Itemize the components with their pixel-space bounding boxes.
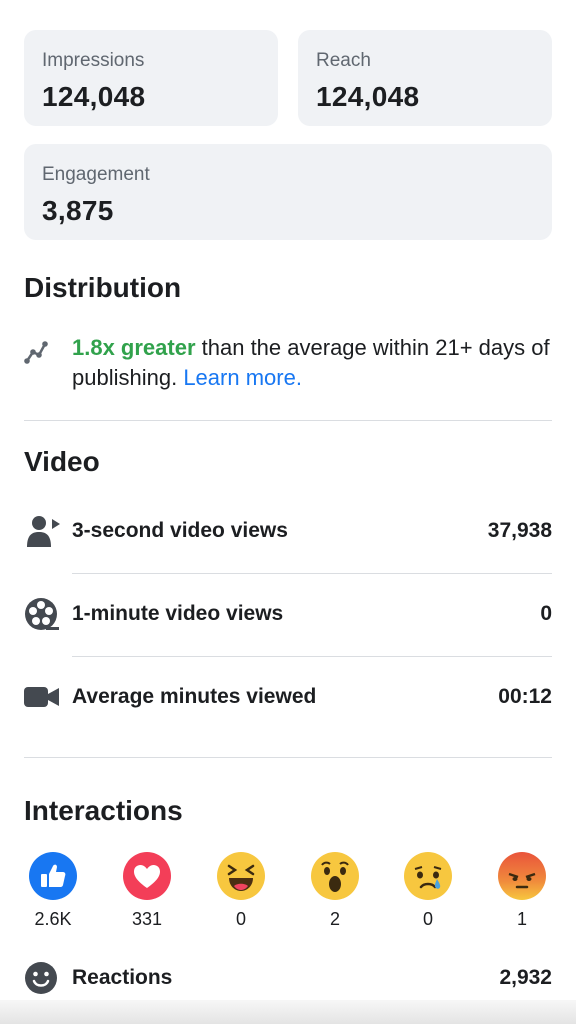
reaction-like: 2.6K [23, 852, 83, 930]
video-row-value: 0 [540, 602, 552, 625]
reactions-total-row: Reactions 2,932 [24, 958, 552, 998]
love-icon [123, 852, 171, 900]
impressions-value: 124,048 [42, 81, 146, 112]
distribution-text: 1.8x greater than the average within 21+… [72, 333, 564, 393]
video-row-value: 37,938 [487, 519, 552, 542]
engagement-value: 3,875 [42, 195, 114, 226]
divider [24, 420, 552, 421]
video-row-3s: 3-second video views 37,938 [24, 511, 552, 551]
video-row-avg: Average minutes viewed 00:12 [24, 677, 552, 717]
distribution-row: 1.8x greater than the average within 21+… [24, 333, 564, 393]
reaction-love: 331 [117, 852, 177, 930]
video-row-label: 1-minute video views [72, 602, 284, 625]
divider [24, 757, 552, 758]
divider [72, 573, 552, 574]
reaction-count: 2 [329, 909, 340, 929]
interactions-title: Interactions [24, 795, 183, 826]
reactions-label: Reactions [72, 966, 173, 989]
impressions-label: Impressions [42, 50, 145, 71]
reaction-haha: 0 [211, 852, 271, 930]
film-reel-icon [24, 596, 60, 632]
video-row-label: Average minutes viewed [72, 685, 317, 708]
smiley-icon [24, 960, 60, 996]
haha-icon [217, 852, 265, 900]
trend-line-icon [24, 341, 48, 364]
reactions-value: 2,932 [499, 966, 552, 989]
video-row-label: 3-second video views [72, 519, 288, 542]
distribution-title: Distribution [24, 272, 182, 303]
reach-label: Reach [316, 50, 371, 71]
distribution-highlight: 1.8x greater [72, 335, 196, 360]
wow-icon [311, 852, 359, 900]
like-icon [29, 852, 77, 900]
reaction-count: 331 [131, 909, 163, 929]
sad-icon [404, 852, 452, 900]
bottom-bar-edge [0, 1000, 576, 1024]
reaction-angry: 1 [492, 852, 552, 930]
video-row-1min: 1-minute video views 0 [24, 594, 552, 634]
reaction-count: 0 [422, 909, 433, 929]
reaction-count: 0 [235, 909, 246, 929]
angry-icon [498, 852, 546, 900]
reaction-count: 1 [516, 909, 527, 929]
video-row-value: 00:12 [498, 685, 552, 708]
reach-value: 124,048 [316, 81, 420, 112]
divider [72, 656, 552, 657]
video-camera-icon [24, 679, 60, 715]
engagement-card: Engagement 3,875 [24, 144, 552, 240]
viewers-icon [24, 513, 60, 549]
impressions-card: Impressions 124,048 [24, 30, 278, 126]
video-title: Video [24, 446, 100, 477]
reach-card: Reach 124,048 [298, 30, 552, 126]
learn-more-link[interactable]: Learn more. [183, 365, 302, 390]
reaction-wow: 2 [305, 852, 365, 930]
reaction-sad: 0 [398, 852, 458, 930]
reaction-count: 2.6K [34, 909, 72, 929]
reactions-strip: 2.6K 331 0 2 0 1 [24, 852, 552, 932]
engagement-label: Engagement [42, 164, 150, 185]
